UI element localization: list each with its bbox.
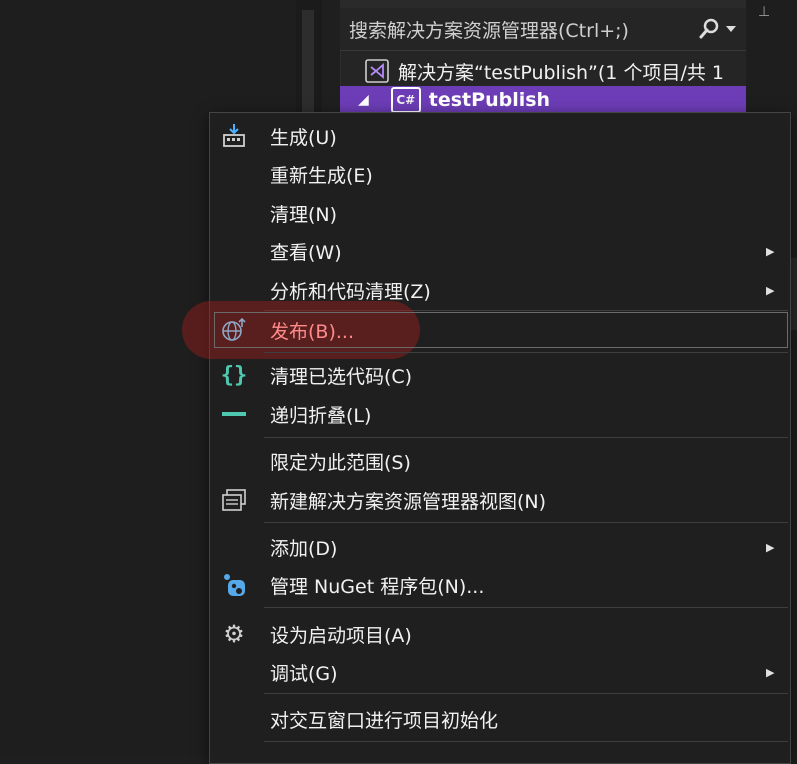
menu-separator (264, 522, 788, 523)
menu-item-label: 清理(N) (270, 203, 338, 226)
menu-separator (264, 607, 788, 608)
project-node[interactable]: ◢ C# testPublish (340, 86, 746, 114)
menu-item-label: 分析和代码清理(Z) (270, 280, 431, 303)
submenu-arrow-icon: ▶ (766, 540, 775, 554)
pin-icon[interactable]: ⊥ (758, 4, 770, 20)
search-icon[interactable] (698, 18, 720, 40)
solution-explorer-toolbar (340, 0, 746, 8)
menu-item-label: 对交互窗口进行项目初始化 (270, 709, 499, 732)
menu-item-new-explorer-view[interactable]: 新建解决方案资源管理器视图(N) (210, 481, 790, 519)
menu-item-manage-nuget[interactable]: 管理 NuGet 程序包(N)... (210, 566, 790, 604)
menu-item-build[interactable]: 生成(U) (210, 117, 790, 155)
solution-node[interactable]: 解决方案“testPublish”(1 个项目/共 1 (340, 54, 746, 88)
menu-item-label: 限定为此范围(S) (270, 451, 411, 474)
menu-item-debug[interactable]: 调试(G) ▶ (210, 653, 790, 691)
publish-globe-icon (220, 316, 248, 344)
menu-item-label: 清理已选代码(C) (270, 365, 413, 388)
menu-separator (264, 741, 788, 742)
menu-separator (264, 352, 788, 353)
menu-item-scope-to-this[interactable]: 限定为此范围(S) (210, 442, 790, 480)
menu-item-set-startup[interactable]: ⚙ 设为启动项目(A) (210, 615, 790, 653)
menu-item-add[interactable]: 添加(D) ▶ (210, 528, 790, 566)
menu-item-label: 查看(W) (270, 241, 342, 264)
expand-caret-icon[interactable]: ◢ (358, 92, 369, 108)
submenu-arrow-icon: ▶ (766, 283, 775, 297)
menu-separator (264, 437, 788, 438)
new-view-icon (220, 486, 248, 514)
menu-item-label: 新建解决方案资源管理器视图(N) (270, 490, 547, 513)
menu-item-clean[interactable]: 清理(N) (210, 194, 790, 232)
menu-item-label: 重新生成(E) (270, 164, 373, 187)
build-icon (220, 122, 248, 150)
project-label: testPublish (428, 89, 551, 111)
menu-item-cleanup-selected[interactable]: {} 清理已选代码(C) (210, 356, 790, 394)
solution-icon (364, 58, 390, 84)
submenu-arrow-icon: ▶ (766, 244, 775, 258)
gear-icon: ⚙ (223, 620, 245, 648)
menu-item-label: 设为启动项目(A) (270, 624, 412, 647)
collapse-icon (220, 400, 248, 428)
menu-item-label: 递归折叠(L) (270, 404, 372, 427)
solution-explorer-search[interactable]: 搜索解决方案资源管理器(Ctrl+;) (340, 8, 746, 51)
menu-item-publish[interactable]: 发布(B)... (182, 301, 790, 359)
menu-item-collapse-recursive[interactable]: 递归折叠(L) (210, 395, 790, 433)
menu-item-label: 发布(B)... (270, 320, 354, 343)
csharp-project-icon: C# (390, 87, 421, 113)
search-options-chevron-icon[interactable] (726, 25, 736, 33)
nuget-icon (220, 571, 248, 599)
search-input[interactable]: 搜索解决方案资源管理器(Ctrl+;) (340, 16, 698, 43)
menu-item-label: 调试(G) (270, 662, 338, 685)
menu-item-label: 生成(U) (270, 126, 337, 149)
menu-item-label: 添加(D) (270, 537, 338, 560)
submenu-arrow-icon: ▶ (766, 665, 775, 679)
menu-separator (264, 693, 788, 694)
menu-item-view[interactable]: 查看(W) ▶ (210, 232, 790, 270)
menu-item-rebuild[interactable]: 重新生成(E) (210, 155, 790, 193)
braces-icon: {} (220, 362, 248, 388)
menu-item-label: 管理 NuGet 程序包(N)... (270, 575, 485, 598)
menu-item-init-interactive[interactable]: 对交互窗口进行项目初始化 (210, 700, 790, 738)
context-menu: 生成(U) 重新生成(E) 清理(N) 查看(W) ▶ 分析和代码清理(Z) ▶… (182, 112, 791, 764)
solution-label: 解决方案“testPublish”(1 个项目/共 1 (398, 61, 724, 84)
